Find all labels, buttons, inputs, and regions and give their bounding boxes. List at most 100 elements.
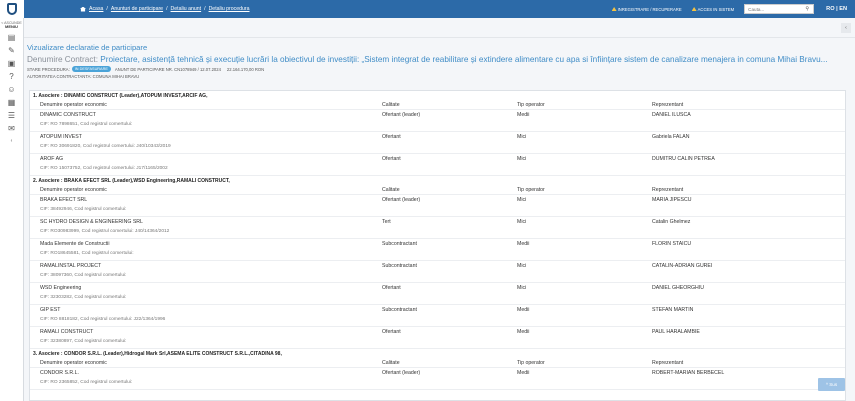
- breadcrumb: Acasa / Anunturi de participare / Detali…: [80, 6, 253, 12]
- operator-representative: CATALIN-ADRIAN GUREI: [652, 263, 713, 269]
- operator-quality: Ofertant: [382, 285, 401, 291]
- table-row: WSD Engineering CIF: 32303282, Cod regist…: [30, 283, 845, 305]
- operator-representative: DANIEL ILUSCA: [652, 112, 691, 118]
- operator-representative: DANIEL GHEORGHIU: [652, 285, 704, 291]
- operator-representative: DUMITRU CALIN PETREA: [652, 156, 715, 162]
- language-switch[interactable]: RO | EN: [826, 6, 847, 12]
- operator-quality: Ofertant (leader): [382, 197, 421, 203]
- operator-representative: PAUL HARALAMBIE: [652, 329, 700, 335]
- operator-name[interactable]: SC HYDRO DESIGN & ENGINEERING SRL: [40, 219, 143, 225]
- operator-name[interactable]: DINAMIC CONSTRUCT: [40, 112, 96, 118]
- announcement-number[interactable]: ANUNT DE PARTICIPARE NR. CN1078949 / 12.…: [115, 67, 221, 72]
- operator-name[interactable]: RAMALI CONSTRUCT: [40, 329, 93, 335]
- accessibility-icon[interactable]: ☺: [7, 85, 17, 94]
- home-icon: [80, 6, 86, 12]
- scroll-top-button[interactable]: ^ Sus: [818, 378, 845, 391]
- table-header-row: Denumire operator economic Calitate Tip op…: [30, 358, 845, 368]
- page-title: Vizualizare declaratie de participare: [27, 43, 148, 52]
- operator-type: Medii: [517, 370, 530, 376]
- table-row: RAMALI CONSTRUCT CIF: 32380897, Cod regis…: [30, 327, 845, 349]
- operator-representative: MARIA JIPESCU: [652, 197, 692, 203]
- column-header: Tip operator: [517, 187, 545, 193]
- sub-toolbar: ‹: [24, 18, 855, 38]
- sidebar: < ASCUNDE MENIU ▤ ✎ ▣ ? ☺ ▦ ☰ ✉ ‹: [0, 18, 24, 401]
- column-header: Denumire operator economic: [40, 102, 107, 108]
- operator-representative: Catalin Ghelmez: [652, 219, 691, 225]
- operator-cif: CIF: 32380897, Cod registrul comertului:: [40, 339, 127, 344]
- operator-quality: Ofertant (leader): [382, 112, 421, 118]
- operator-cif: CIF: RO 2365852, Cod registrul comertulu…: [40, 380, 133, 385]
- menu-label: MENIU: [5, 24, 18, 29]
- operator-cif: CIF: 38492946, Cod registrul comertului:: [40, 207, 127, 212]
- menu-toggle[interactable]: < ASCUNDE MENIU: [0, 18, 23, 29]
- operator-representative: Gabriela FALAN: [652, 134, 690, 140]
- help-icon[interactable]: ?: [7, 72, 17, 81]
- operator-name[interactable]: GIP EST: [40, 307, 60, 313]
- contract-title: Denumire Contract: Proiectare, asistență…: [24, 52, 851, 64]
- login-link[interactable]: ACCES IN SISTEM: [691, 6, 735, 12]
- operator-quality: Tert: [382, 219, 391, 225]
- operator-cif: CIF: RO18645581, Cod registrul comertulu…: [40, 251, 134, 256]
- column-header: Calitate: [382, 360, 400, 366]
- table-row: ATOPUM INVEST CIF: RO 30691820, Cod regis…: [30, 132, 845, 154]
- back-button[interactable]: ‹: [841, 23, 851, 33]
- column-header: Tip operator: [517, 360, 545, 366]
- operator-representative: ROBERT-MARIAN BERBECEL: [652, 370, 725, 376]
- table-row: RAMALINSTAL PROJECT CIF: 38097360, Cod re…: [30, 261, 845, 283]
- operator-name[interactable]: AROF AG: [40, 156, 63, 162]
- contract-label: Denumire Contract:: [27, 55, 98, 64]
- associations-panel: 1. Asociere : DINAMIC CONSTRUCT (Leader)…: [29, 90, 846, 401]
- operator-cif: CIF: 32303282, Cod registrul comertului:: [40, 295, 127, 300]
- table-row: CONDOR S.R.L. CIF: RO 2365852, Cod regist…: [30, 368, 845, 390]
- association-title: 2. Asociere : BRAKA EFECT SRL (Leader),W…: [33, 178, 230, 184]
- login-link-label: ACCES IN SISTEM: [697, 6, 735, 12]
- column-header: Denumire operator economic: [40, 187, 107, 193]
- search-icon[interactable]: ⚲: [801, 5, 813, 13]
- operator-quality: Subcontractant: [382, 307, 417, 313]
- operator-quality: Subcontractant: [382, 241, 417, 247]
- operator-name[interactable]: BRAKA EFECT SRL: [40, 197, 87, 203]
- operator-name[interactable]: CONDOR S.R.L.: [40, 370, 79, 376]
- list-icon[interactable]: ☰: [7, 111, 17, 120]
- operator-name[interactable]: Mada Elemente de Constructii: [40, 241, 110, 247]
- table-row: GIP EST CIF: RO 8818182, Cod registrul co…: [30, 305, 845, 327]
- operator-type: Medii: [517, 112, 530, 118]
- app-logo[interactable]: [0, 0, 24, 18]
- operator-type: Mici: [517, 263, 527, 269]
- operator-cif: CIF: RO 30691820, Cod registrul comertul…: [40, 144, 171, 149]
- breadcrumb-detaliu-procedura[interactable]: Detaliu procedura: [209, 6, 250, 12]
- operator-quality: Ofertant: [382, 329, 401, 335]
- operator-name[interactable]: RAMALINSTAL PROJECT: [40, 263, 101, 269]
- column-header: Tip operator: [517, 102, 545, 108]
- breadcrumb-home[interactable]: Acasa: [89, 6, 103, 12]
- column-header: Reprezentant: [652, 360, 684, 366]
- search-input[interactable]: [745, 6, 802, 12]
- column-header: Reprezentant: [652, 102, 684, 108]
- operator-quality: Subcontractant: [382, 263, 417, 269]
- contract-name: Proiectare, asistență tehnică și execuți…: [100, 55, 828, 64]
- operator-name[interactable]: ATOPUM INVEST: [40, 134, 82, 140]
- breadcrumb-anunturi[interactable]: Anunturi de participare: [111, 6, 163, 12]
- table-row: SC HYDRO DESIGN & ENGINEERING SRL CIF: RO…: [30, 217, 845, 239]
- table-row: Mada Elemente de Constructii CIF: RO18645…: [30, 239, 845, 261]
- shield-icon: [7, 3, 17, 15]
- chat-icon[interactable]: ✉: [7, 124, 17, 133]
- operator-name[interactable]: WSD Engineering: [40, 285, 81, 291]
- register-link[interactable]: INREGISTRARE / RECUPERARE: [611, 7, 682, 12]
- table-header-row: Denumire operator economic Calitate Tip op…: [30, 100, 845, 110]
- operator-type: Mici: [517, 197, 527, 203]
- image-icon[interactable]: ▦: [7, 98, 17, 107]
- status-badge: IN DESFASURARE: [71, 66, 111, 72]
- operator-type: Mici: [517, 219, 527, 225]
- procedure-meta: STARE PROCEDURA: IN DESFASURARE ANUNT DE…: [24, 64, 855, 72]
- document-edit-icon[interactable]: ✎: [7, 46, 17, 55]
- chevron-left-icon[interactable]: ‹: [7, 137, 17, 146]
- briefcase-icon[interactable]: ▣: [7, 59, 17, 68]
- operator-type: Medii: [517, 307, 530, 313]
- warning-icon: [691, 7, 697, 11]
- operator-quality: Ofertant: [382, 134, 401, 140]
- document-icon[interactable]: ▤: [7, 33, 17, 42]
- column-header: Denumire operator economic: [40, 360, 107, 366]
- operator-cif: CIF: RO30983999, Cod registrul comertulu…: [40, 229, 170, 234]
- breadcrumb-detaliu-anunt[interactable]: Detaliu anunt: [171, 6, 202, 12]
